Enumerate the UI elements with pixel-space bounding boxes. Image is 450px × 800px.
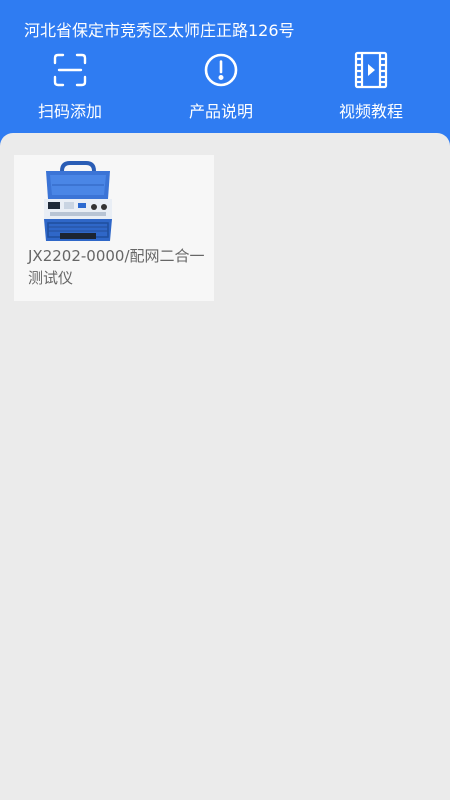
info-icon [201,50,241,90]
scan-icon [50,50,90,90]
location-address: 河北省保定市竞秀区太师庄正路126号 [24,21,295,40]
product-card[interactable]: JX2202-0000/配网二合一测试仪 [14,155,214,301]
product-manual-button[interactable]: 产品说明 [166,50,276,122]
tester-device-image [38,161,118,243]
video-icon [351,50,391,90]
product-list-panel: JX2202-0000/配网二合一测试仪 [0,133,450,800]
product-manual-label: 产品说明 [188,102,253,121]
scan-add-button[interactable]: 扫码添加 [15,50,125,122]
video-tutorial-label: 视频教程 [338,102,403,121]
header: 河北省保定市竞秀区太师庄正路126号 扫码添加 产品说明 视频教程 [0,0,450,150]
video-tutorial-button[interactable]: 视频教程 [316,50,426,122]
scan-add-label: 扫码添加 [37,102,102,121]
product-name: JX2202-0000/配网二合一测试仪 [28,247,205,287]
